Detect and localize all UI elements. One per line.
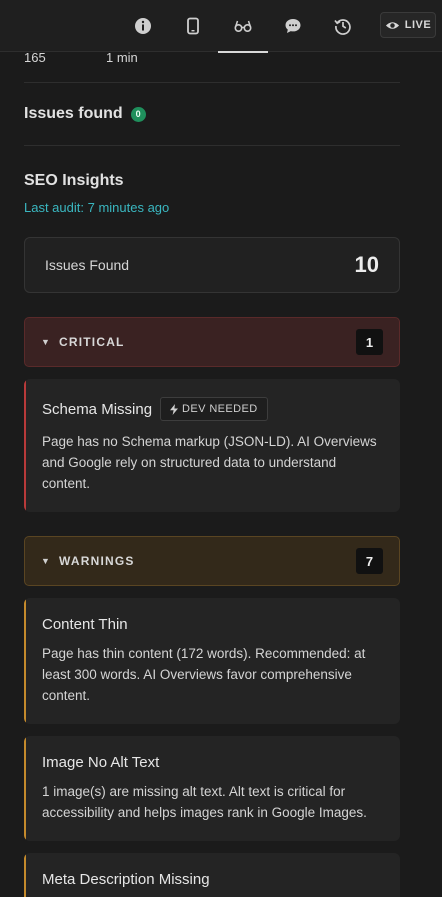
mobile-tab[interactable] [168, 0, 218, 52]
issue-title: Content Thin [42, 616, 128, 633]
issues-found-title: Issues found [24, 105, 123, 122]
dev-needed-label: DEV NEEDED [182, 403, 258, 415]
caret-down-icon: ▼ [41, 337, 50, 347]
chat-icon [285, 19, 301, 33]
eye-icon [385, 21, 399, 29]
issues-found-header: Issues found 0 [24, 83, 400, 145]
critical-count: 1 [356, 329, 383, 355]
info-tab[interactable] [118, 0, 168, 52]
issue-description: Page has thin content (172 words). Recom… [42, 646, 366, 703]
seo-insights-title: SEO Insights [24, 172, 124, 189]
issue-card-meta-description-missing[interactable]: Meta Description Missing [24, 853, 400, 897]
issue-card-content-thin[interactable]: Content Thin Page has thin content (172 … [24, 598, 400, 724]
issues-count-badge: 0 [130, 106, 146, 122]
issue-card-image-no-alt[interactable]: Image No Alt Text 1 image(s) are missing… [24, 736, 400, 841]
issue-description: 1 image(s) are missing alt text. Alt tex… [42, 784, 367, 820]
stat-left-value: 165 [24, 50, 46, 65]
lightning-icon [170, 403, 179, 415]
dev-needed-tag: DEV NEEDED [160, 397, 268, 421]
issue-title: Meta Description Missing [42, 871, 210, 888]
critical-group-label: CRITICAL [59, 335, 125, 349]
seo-panel: 165 1 min Issues found 0 SEO Insights La… [24, 50, 400, 897]
mobile-icon [187, 17, 199, 35]
history-tab[interactable] [318, 0, 368, 52]
info-icon [135, 18, 151, 34]
last-audit-text: Last audit: 7 minutes ago [24, 200, 170, 215]
seo-tab[interactable] [218, 0, 268, 53]
issue-title: Schema Missing [42, 400, 153, 418]
critical-group-toggle[interactable]: ▼ CRITICAL 1 [24, 317, 400, 367]
warnings-group-label: WARNINGS [59, 554, 135, 568]
seo-insights-section: SEO Insights Last audit: 7 minutes ago I… [24, 146, 400, 897]
stats-row: 165 1 min [24, 50, 400, 82]
warnings-group-toggle[interactable]: ▼ WARNINGS 7 [24, 536, 400, 586]
warnings-count: 7 [356, 548, 383, 574]
live-label: LIVE [404, 19, 432, 31]
glasses-icon [234, 20, 252, 33]
history-icon [334, 19, 351, 35]
comments-tab[interactable] [268, 0, 318, 52]
issue-title: Image No Alt Text [42, 754, 160, 771]
stat-right-value: 1 min [106, 50, 138, 65]
issues-summary-card: Issues Found 10 [24, 237, 400, 293]
caret-down-icon: ▼ [41, 556, 50, 566]
top-toolbar: LIVE [0, 0, 442, 53]
summary-value: 10 [354, 252, 379, 277]
live-preview-button[interactable]: LIVE [380, 12, 436, 38]
issue-card-schema-missing[interactable]: Schema Missing DEV NEEDED Page has no Sc… [24, 379, 400, 512]
issue-description: Page has no Schema markup (JSON-LD). AI … [42, 434, 377, 491]
summary-label: Issues Found [45, 257, 130, 273]
